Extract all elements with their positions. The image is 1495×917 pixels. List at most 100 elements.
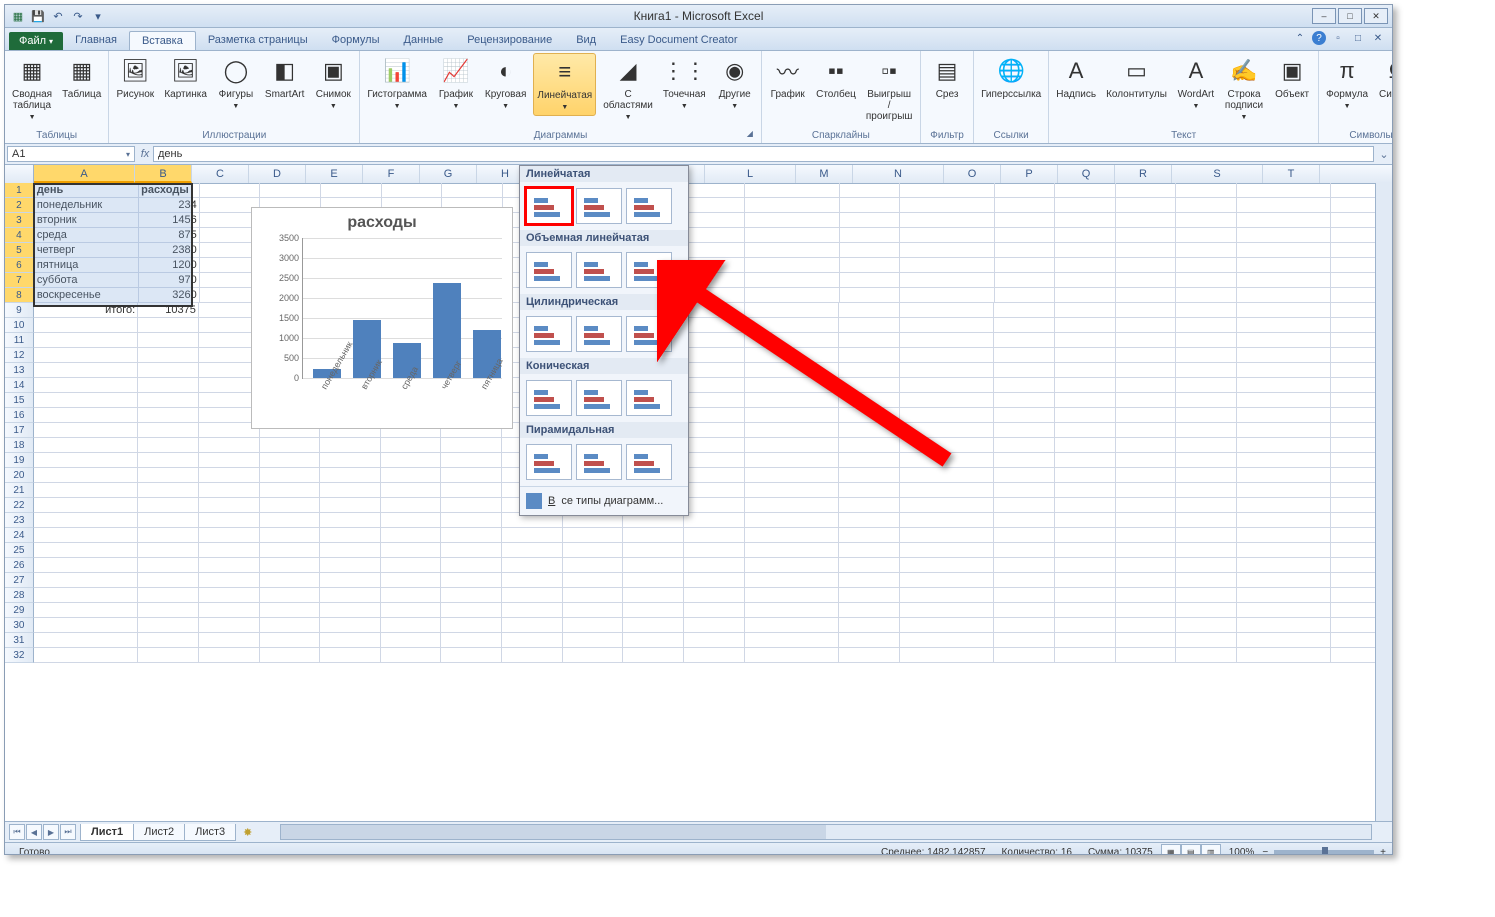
row-header[interactable]: 8 bbox=[5, 288, 35, 303]
excel-icon[interactable]: ▦ bbox=[9, 7, 27, 25]
cell[interactable] bbox=[260, 588, 321, 603]
row-header[interactable]: 5 bbox=[5, 243, 35, 258]
cell[interactable] bbox=[502, 558, 563, 573]
fx-icon[interactable]: fx bbox=[137, 148, 153, 160]
cell[interactable] bbox=[994, 543, 1055, 558]
row-header[interactable]: 6 bbox=[5, 258, 35, 273]
cell[interactable] bbox=[1176, 573, 1237, 588]
cell[interactable] bbox=[1237, 288, 1331, 303]
row-header[interactable]: 27 bbox=[5, 573, 34, 588]
column-header[interactable]: B bbox=[135, 165, 192, 183]
cell[interactable] bbox=[994, 378, 1055, 393]
row-header[interactable]: 22 bbox=[5, 498, 34, 513]
cell[interactable] bbox=[900, 198, 994, 213]
cell[interactable] bbox=[684, 483, 745, 498]
cell[interactable] bbox=[138, 633, 199, 648]
sparkline-col-button[interactable]: ▪▪Столбец bbox=[814, 53, 859, 102]
chart-type-option[interactable] bbox=[526, 444, 572, 480]
minimize-button[interactable]: – bbox=[1312, 8, 1336, 24]
cell[interactable] bbox=[839, 648, 900, 663]
view-normal-icon[interactable]: ▦ bbox=[1161, 844, 1181, 855]
cell[interactable] bbox=[320, 588, 381, 603]
spreadsheet-grid[interactable]: ABCDEFGHIJKLMNOPQRST 1деньрасходы2понеде… bbox=[5, 165, 1392, 821]
cell[interactable] bbox=[199, 558, 260, 573]
cell[interactable] bbox=[441, 513, 502, 528]
ribbon-tab-0[interactable]: Главная bbox=[63, 31, 129, 50]
row-header[interactable]: 28 bbox=[5, 588, 34, 603]
cell[interactable] bbox=[502, 633, 563, 648]
cell[interactable] bbox=[900, 573, 994, 588]
cell[interactable]: 234 bbox=[139, 198, 200, 213]
cell[interactable] bbox=[1116, 393, 1177, 408]
cell[interactable] bbox=[1176, 183, 1237, 198]
cell[interactable] bbox=[900, 483, 994, 498]
cell[interactable] bbox=[260, 498, 321, 513]
cell[interactable] bbox=[1237, 423, 1331, 438]
view-layout-icon[interactable]: ▤ bbox=[1181, 844, 1201, 855]
cell[interactable] bbox=[563, 573, 624, 588]
chart-type-option[interactable] bbox=[626, 188, 672, 224]
cell[interactable] bbox=[1176, 333, 1237, 348]
cell[interactable] bbox=[684, 558, 745, 573]
cell[interactable] bbox=[840, 183, 901, 198]
cell[interactable] bbox=[1237, 603, 1331, 618]
cell[interactable] bbox=[839, 543, 900, 558]
cell[interactable] bbox=[623, 528, 684, 543]
slicer-button[interactable]: ▤Срез bbox=[925, 53, 969, 102]
cell[interactable] bbox=[1176, 393, 1237, 408]
column-header[interactable]: C bbox=[192, 165, 249, 183]
sheet-nav-next-icon[interactable]: ▶ bbox=[43, 824, 59, 840]
row-header[interactable]: 23 bbox=[5, 513, 34, 528]
cell[interactable] bbox=[381, 573, 442, 588]
cell[interactable] bbox=[745, 498, 839, 513]
cell[interactable] bbox=[1055, 453, 1116, 468]
cell[interactable] bbox=[1055, 543, 1116, 558]
cell[interactable] bbox=[1176, 408, 1237, 423]
cell[interactable] bbox=[260, 513, 321, 528]
clipart-button[interactable]: 🖼Картинка bbox=[161, 53, 210, 102]
cell[interactable] bbox=[260, 543, 321, 558]
cell[interactable] bbox=[1237, 498, 1331, 513]
cell[interactable] bbox=[502, 588, 563, 603]
cell[interactable] bbox=[684, 573, 745, 588]
cell[interactable] bbox=[1176, 288, 1237, 303]
cell[interactable] bbox=[1237, 393, 1331, 408]
cell[interactable] bbox=[1055, 258, 1116, 273]
column-header[interactable]: L bbox=[705, 165, 796, 183]
row-header[interactable]: 17 bbox=[5, 423, 34, 438]
select-all-corner[interactable] bbox=[5, 165, 34, 183]
cell[interactable] bbox=[1116, 468, 1177, 483]
cell[interactable] bbox=[260, 618, 321, 633]
cell[interactable] bbox=[1176, 603, 1237, 618]
cell[interactable] bbox=[138, 588, 199, 603]
chart-type-option[interactable] bbox=[576, 188, 622, 224]
cell[interactable] bbox=[995, 198, 1056, 213]
cell[interactable] bbox=[441, 453, 502, 468]
cell[interactable] bbox=[623, 648, 684, 663]
cell[interactable] bbox=[1176, 273, 1237, 288]
cell[interactable] bbox=[138, 453, 199, 468]
cell[interactable] bbox=[900, 213, 994, 228]
cell[interactable] bbox=[1055, 228, 1116, 243]
cell[interactable] bbox=[260, 483, 321, 498]
cell[interactable] bbox=[320, 543, 381, 558]
cell[interactable] bbox=[441, 528, 502, 543]
cell[interactable] bbox=[685, 183, 746, 198]
cell[interactable] bbox=[320, 633, 381, 648]
cell[interactable] bbox=[1055, 213, 1116, 228]
cell[interactable] bbox=[1237, 228, 1331, 243]
cell[interactable] bbox=[138, 393, 199, 408]
ribbon-minimize-icon[interactable]: ⌃ bbox=[1292, 30, 1308, 46]
cell[interactable] bbox=[1176, 648, 1237, 663]
sigline-button[interactable]: ✍Строкаподписи▼ bbox=[1222, 53, 1266, 125]
cell[interactable] bbox=[199, 573, 260, 588]
cell[interactable] bbox=[1237, 618, 1331, 633]
wordart-button[interactable]: AWordArt▼ bbox=[1174, 53, 1218, 114]
row-header[interactable]: 31 bbox=[5, 633, 34, 648]
cell[interactable] bbox=[138, 438, 199, 453]
cell[interactable] bbox=[381, 498, 442, 513]
row-header[interactable]: 3 bbox=[5, 213, 35, 228]
cell[interactable] bbox=[745, 198, 839, 213]
undo-icon[interactable]: ↶ bbox=[49, 7, 67, 25]
cell[interactable] bbox=[1116, 438, 1177, 453]
